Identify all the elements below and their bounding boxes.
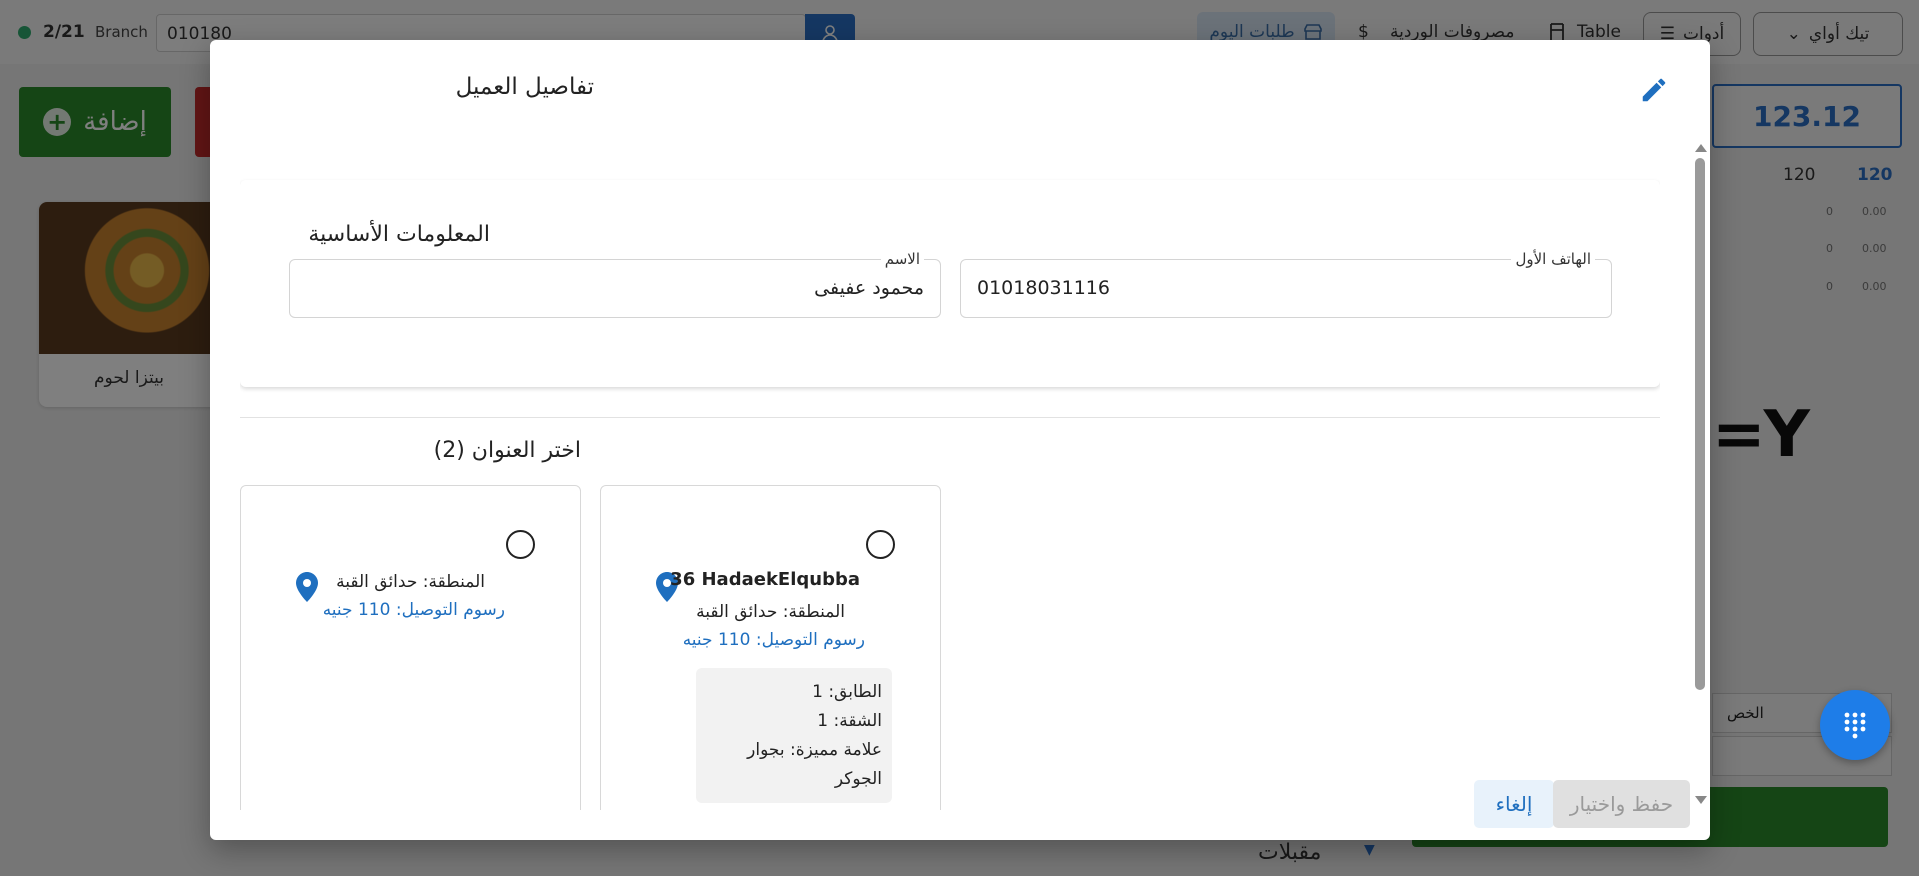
phone-value: 01018031116	[977, 277, 1110, 299]
address-radio[interactable]	[506, 530, 535, 559]
scroll-up-arrow[interactable]	[1695, 144, 1707, 152]
dialog-title: تفاصيل العميل	[455, 74, 594, 100]
address-area: المنطقة: حدائق القبة	[696, 602, 845, 622]
phone-field[interactable]: الهاتف الأول 01018031116	[960, 250, 1612, 318]
dialog-content[interactable]: المعلومات الأساسية الهاتف الأول 01018031…	[240, 140, 1660, 810]
address-radio[interactable]	[866, 530, 895, 559]
name-label: الاسم	[880, 250, 924, 268]
address-card[interactable]: المنطقة: حدائق القبة رسوم التوصيل: 110 ج…	[240, 485, 581, 810]
delivery-fee: رسوم التوصيل: 110 جنيه	[322, 600, 505, 620]
save-and-select-button[interactable]: حفظ واختيار	[1553, 780, 1690, 828]
edit-button[interactable]	[1634, 70, 1674, 110]
name-field[interactable]: الاسم محمود عفيفى	[289, 250, 941, 318]
address-apartment: الشقة: 1	[817, 711, 882, 731]
delivery-fee: رسوم التوصيل: 110 جنيه	[682, 630, 865, 650]
address-area: المنطقة: حدائق القبة	[336, 572, 485, 592]
pencil-icon	[1642, 78, 1666, 102]
basic-info-card: المعلومات الأساسية الهاتف الأول 01018031…	[240, 180, 1660, 387]
location-pin-icon	[296, 572, 318, 602]
cancel-button[interactable]: إلغاء	[1474, 780, 1554, 828]
address-card[interactable]: 36 HadaekElqubba المنطقة: حدائق القبة رس…	[600, 485, 941, 810]
scrollbar[interactable]	[1692, 140, 1708, 804]
address-title: 36 HadaekElqubba	[670, 569, 860, 590]
dialpad-icon	[1844, 712, 1866, 739]
scroll-down-arrow[interactable]	[1695, 796, 1707, 804]
customer-details-dialog: تفاصيل العميل المعلومات الأساسية الهاتف …	[210, 40, 1710, 840]
address-details: الطابق: 1 الشقة: 1 علامة مميزة: بجوار ال…	[696, 668, 892, 803]
basic-info-title: المعلومات الأساسية	[308, 222, 490, 247]
name-value: محمود عفيفى	[814, 277, 924, 299]
divider	[240, 417, 1660, 418]
address-landmark: علامة مميزة: بجوار الجوكر	[747, 740, 882, 789]
address-floor: الطابق: 1	[812, 682, 882, 702]
address-heading: اختر العنوان (2)	[433, 438, 581, 463]
scrollbar-thumb[interactable]	[1695, 158, 1705, 690]
dialpad-button[interactable]	[1820, 690, 1890, 760]
phone-label: الهاتف الأول	[1511, 250, 1595, 268]
